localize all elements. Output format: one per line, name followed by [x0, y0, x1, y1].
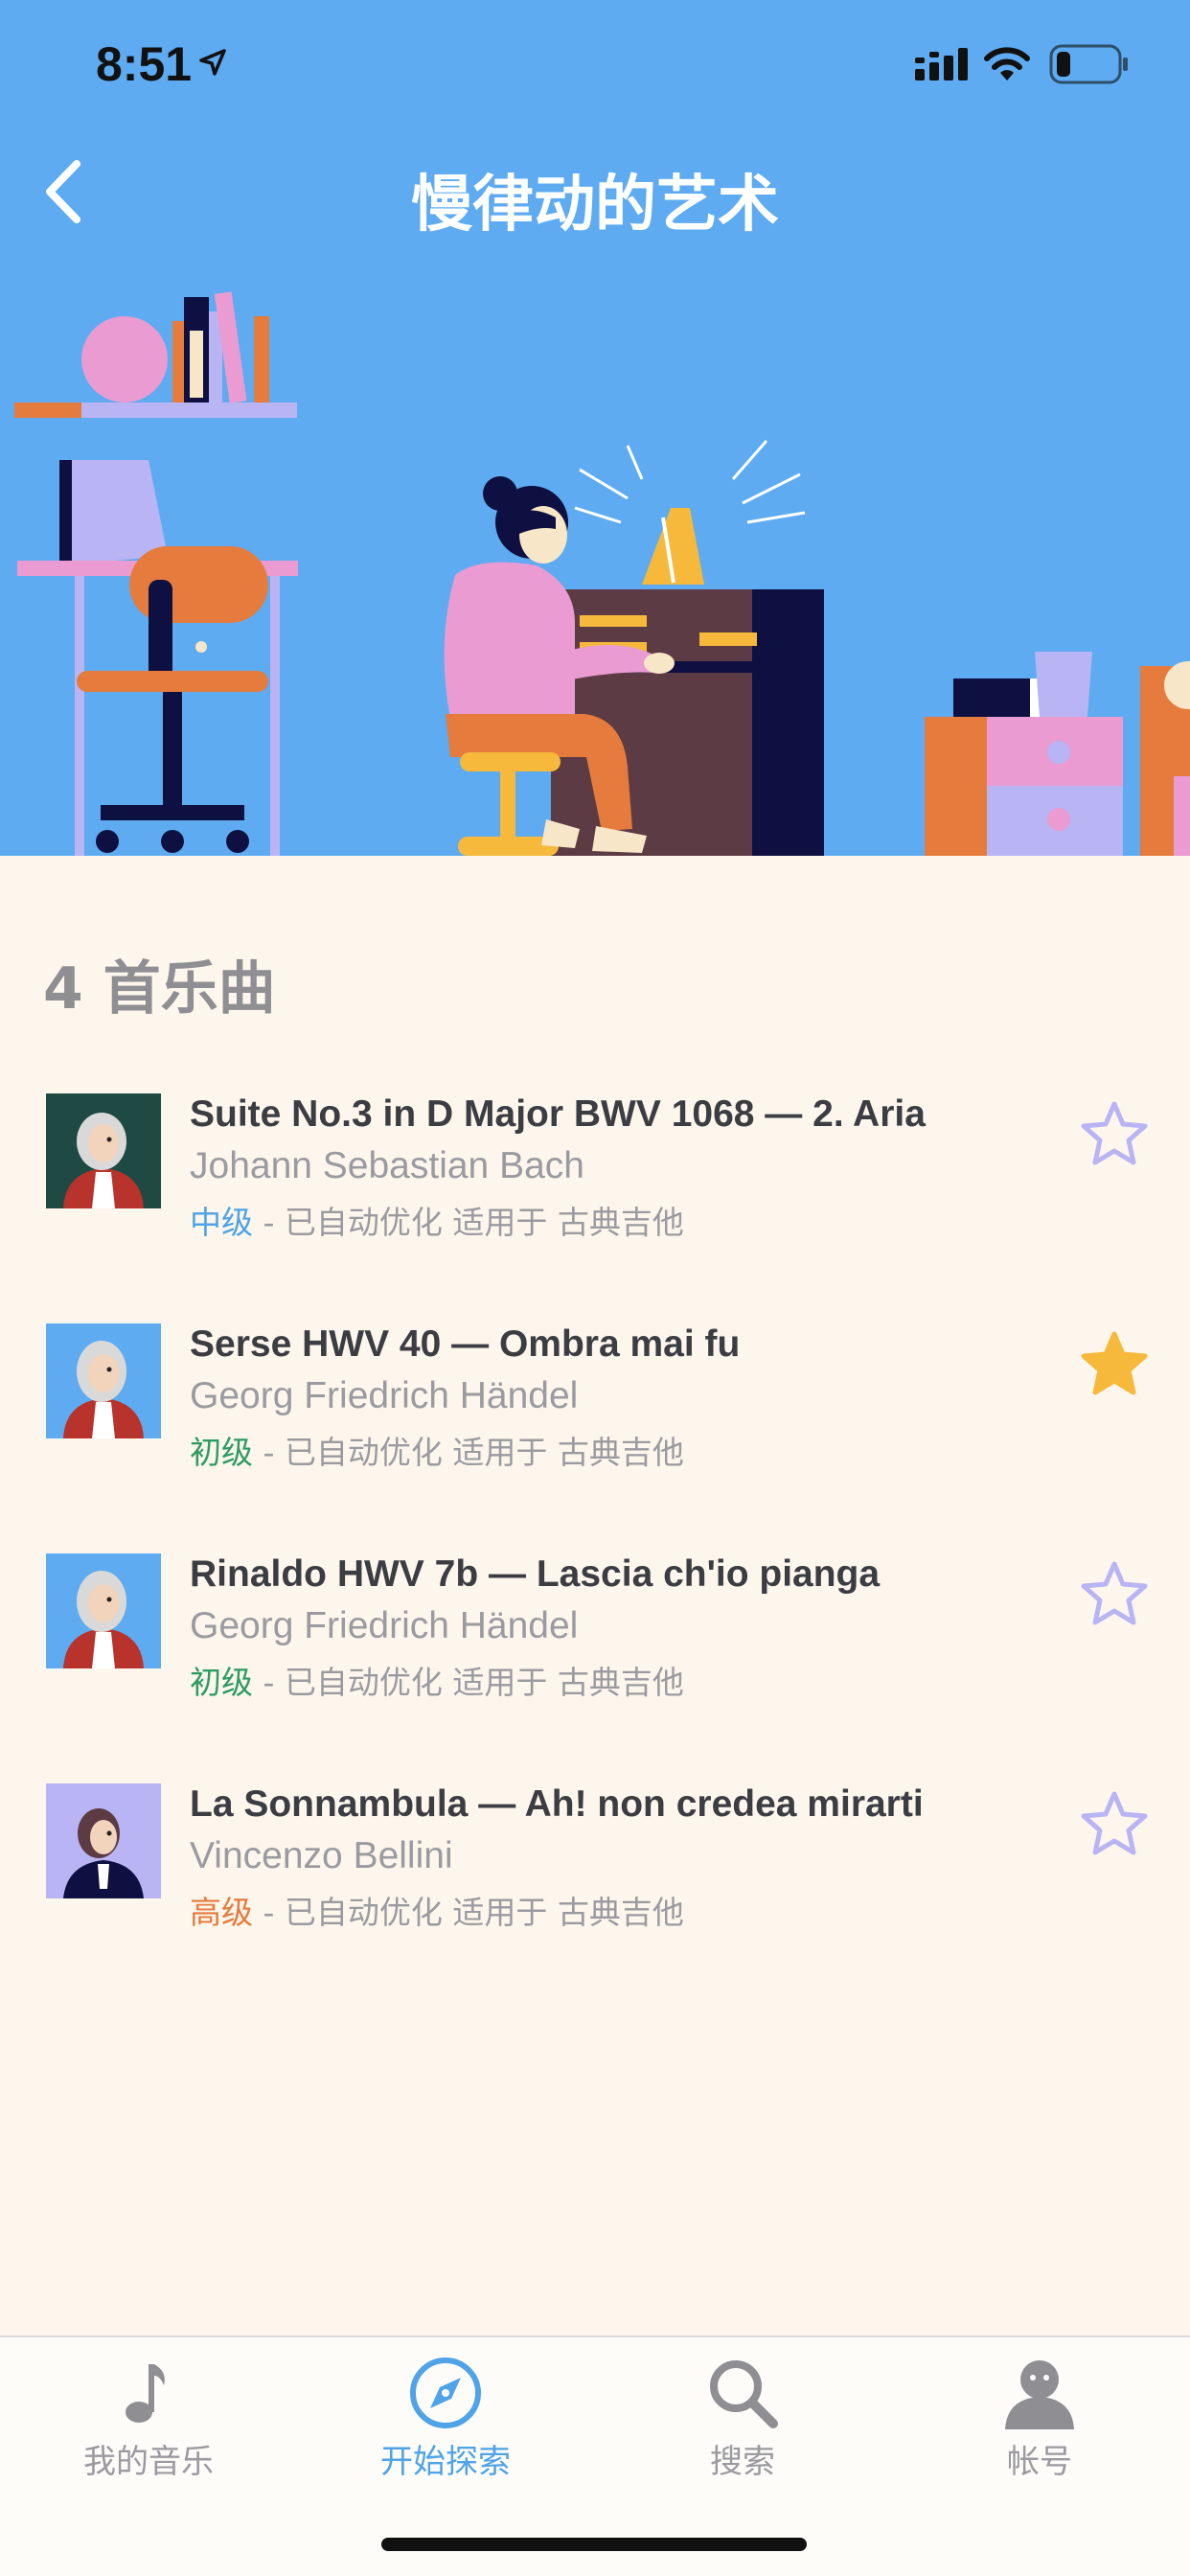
- composer-portrait: [46, 1323, 161, 1438]
- song-meta: 高级 - 已自动优化 适用于 古典吉他: [190, 1887, 684, 1933]
- tab-account[interactable]: 帐号: [891, 2355, 1188, 2498]
- song-list-section: 4 首乐曲 Suite No.3 in D Major BWV 1068 — 2…: [0, 856, 1190, 2335]
- song-row[interactable]: Suite No.3 in D Major BWV 1068 — 2. Aria…: [0, 1086, 1190, 1277]
- song-title: Suite No.3 in D Major BWV 1068 — 2. Aria: [190, 1093, 926, 1135]
- star-icon[interactable]: [1080, 1789, 1149, 1858]
- navigation-bar: 慢律动的艺术: [0, 144, 1190, 241]
- song-meta-text: - 已自动优化 适用于 古典吉他: [253, 1664, 684, 1701]
- tab-label: 帐号: [1007, 2443, 1072, 2481]
- account-icon: [1005, 2360, 1074, 2429]
- tab-my-music[interactable]: 我的音乐: [0, 2355, 297, 2498]
- status-time: 8:51: [96, 37, 193, 91]
- difficulty-badge: 中级: [190, 1204, 253, 1241]
- hero-header: 8:51 慢律动的艺术: [0, 0, 1190, 856]
- home-indicator: [381, 2538, 807, 2551]
- song-row[interactable]: La Sonnambula — Ah! non credea mirarti V…: [0, 1776, 1190, 1967]
- tab-label: 开始探索: [380, 2443, 511, 2481]
- tab-explore[interactable]: 开始探索: [297, 2355, 594, 2498]
- song-row[interactable]: Rinaldo HWV 7b — Lascia ch'io pianga Geo…: [0, 1546, 1190, 1737]
- composer-name: Georg Friedrich Händel: [190, 1375, 579, 1416]
- star-icon[interactable]: [1080, 1559, 1149, 1628]
- composer-name: Vincenzo Bellini: [190, 1835, 453, 1876]
- wifi-icon: [984, 47, 1030, 80]
- song-title: Rinaldo HWV 7b — Lascia ch'io pianga: [190, 1553, 881, 1595]
- song-meta-text: - 已自动优化 适用于 古典吉他: [253, 1204, 684, 1241]
- star-icon[interactable]: [1080, 1329, 1149, 1398]
- page-title: 慢律动的艺术: [411, 170, 779, 241]
- song-count-heading: 4 首乐曲: [43, 955, 276, 1023]
- song-row[interactable]: Serse HWV 40 — Ombra mai fu Georg Friedr…: [0, 1316, 1190, 1507]
- composer-portrait: [46, 1093, 161, 1208]
- music-note-icon: [126, 2364, 165, 2423]
- composer-portrait: [46, 1553, 161, 1668]
- battery-icon: [1049, 44, 1128, 84]
- hero-illustration: [14, 291, 1190, 856]
- song-meta: 中级 - 已自动优化 适用于 古典吉他: [190, 1197, 684, 1243]
- difficulty-badge: 初级: [190, 1434, 253, 1471]
- song-meta: 初级 - 已自动优化 适用于 古典吉他: [190, 1657, 684, 1703]
- difficulty-badge: 初级: [190, 1664, 253, 1701]
- location-arrow-icon: [199, 49, 226, 76]
- search-icon: [710, 2360, 778, 2428]
- song-title: La Sonnambula — Ah! non credea mirarti: [190, 1783, 924, 1825]
- composer-portrait: [46, 1783, 161, 1898]
- song-meta-text: - 已自动优化 适用于 古典吉他: [253, 1434, 684, 1471]
- star-icon[interactable]: [1080, 1099, 1149, 1168]
- difficulty-badge: 高级: [190, 1894, 253, 1931]
- status-bar: 8:51: [0, 0, 1190, 125]
- tab-label: 搜索: [710, 2443, 775, 2481]
- song-meta-text: - 已自动优化 适用于 古典吉他: [253, 1894, 684, 1931]
- song-title: Serse HWV 40 — Ombra mai fu: [190, 1323, 741, 1365]
- composer-name: Georg Friedrich Händel: [190, 1605, 579, 1646]
- composer-name: Johann Sebastian Bach: [190, 1145, 584, 1186]
- tab-search[interactable]: 搜索: [594, 2355, 891, 2498]
- song-meta: 初级 - 已自动优化 适用于 古典吉他: [190, 1427, 684, 1473]
- tab-label: 我的音乐: [83, 2443, 214, 2481]
- cellular-signal-icon: [915, 48, 968, 80]
- compass-icon: [410, 2358, 481, 2428]
